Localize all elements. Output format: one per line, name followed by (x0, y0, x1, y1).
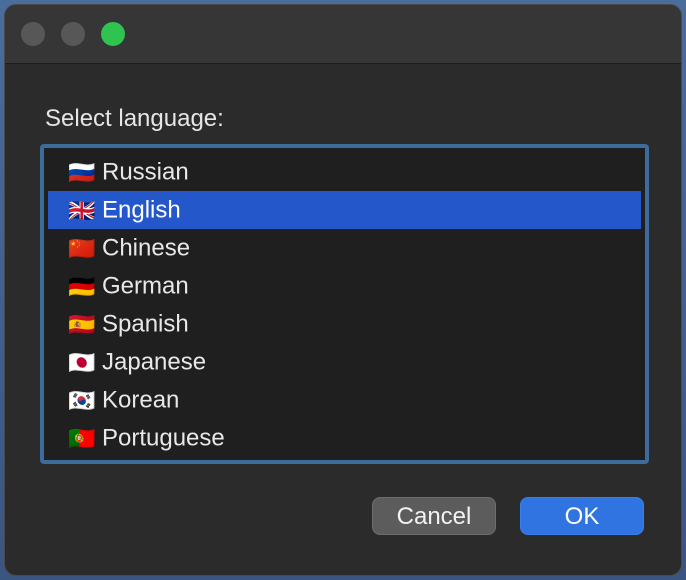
list-item-label: Spanish (102, 310, 189, 338)
list-item-label: Portuguese (102, 424, 225, 452)
korea-flag-icon: 🇰🇷 (68, 387, 96, 413)
list-item-label: Japanese (102, 348, 207, 376)
list-item-russian[interactable]: 🇷🇺 Russian (48, 153, 641, 191)
germany-flag-icon: 🇩🇪 (68, 273, 96, 299)
list-item-spanish[interactable]: 🇪🇸 Spanish (48, 305, 641, 343)
list-item-portuguese[interactable]: 🇵🇹 Portuguese (48, 419, 641, 457)
close-window-button[interactable] (21, 22, 45, 46)
language-dialog: Select language: 🇷🇺 Russian 🇬🇧 English 🇨🇳 C… (4, 4, 682, 576)
zoom-window-button[interactable] (101, 22, 125, 46)
language-list[interactable]: 🇷🇺 Russian 🇬🇧 English 🇨🇳 Chinese 🇩🇪 German 🇪… (40, 144, 649, 464)
title-bar (5, 5, 681, 64)
spain-flag-icon: 🇪🇸 (68, 311, 96, 337)
select-language-label: Select language: (45, 105, 224, 132)
russia-flag-icon: 🇷🇺 (68, 159, 96, 185)
list-item-english[interactable]: 🇬🇧 English (48, 191, 641, 229)
uk-flag-icon: 🇬🇧 (68, 197, 96, 223)
list-item-label: Russian (102, 158, 189, 186)
portugal-flag-icon: 🇵🇹 (68, 425, 96, 451)
ok-button[interactable]: OK (520, 497, 644, 535)
minimize-window-button[interactable] (61, 22, 85, 46)
list-item-chinese[interactable]: 🇨🇳 Chinese (48, 229, 641, 267)
china-flag-icon: 🇨🇳 (68, 235, 96, 261)
list-item-label: Korean (102, 386, 180, 414)
cancel-button[interactable]: Cancel (372, 497, 496, 535)
list-item-japanese[interactable]: 🇯🇵 Japanese (48, 343, 641, 381)
list-item-label: English (102, 196, 181, 224)
list-item-label: Chinese (102, 234, 191, 262)
japan-flag-icon: 🇯🇵 (68, 349, 96, 375)
list-item-label: German (102, 272, 189, 300)
list-item-german[interactable]: 🇩🇪 German (48, 267, 641, 305)
list-item-korean[interactable]: 🇰🇷 Korean (48, 381, 641, 419)
